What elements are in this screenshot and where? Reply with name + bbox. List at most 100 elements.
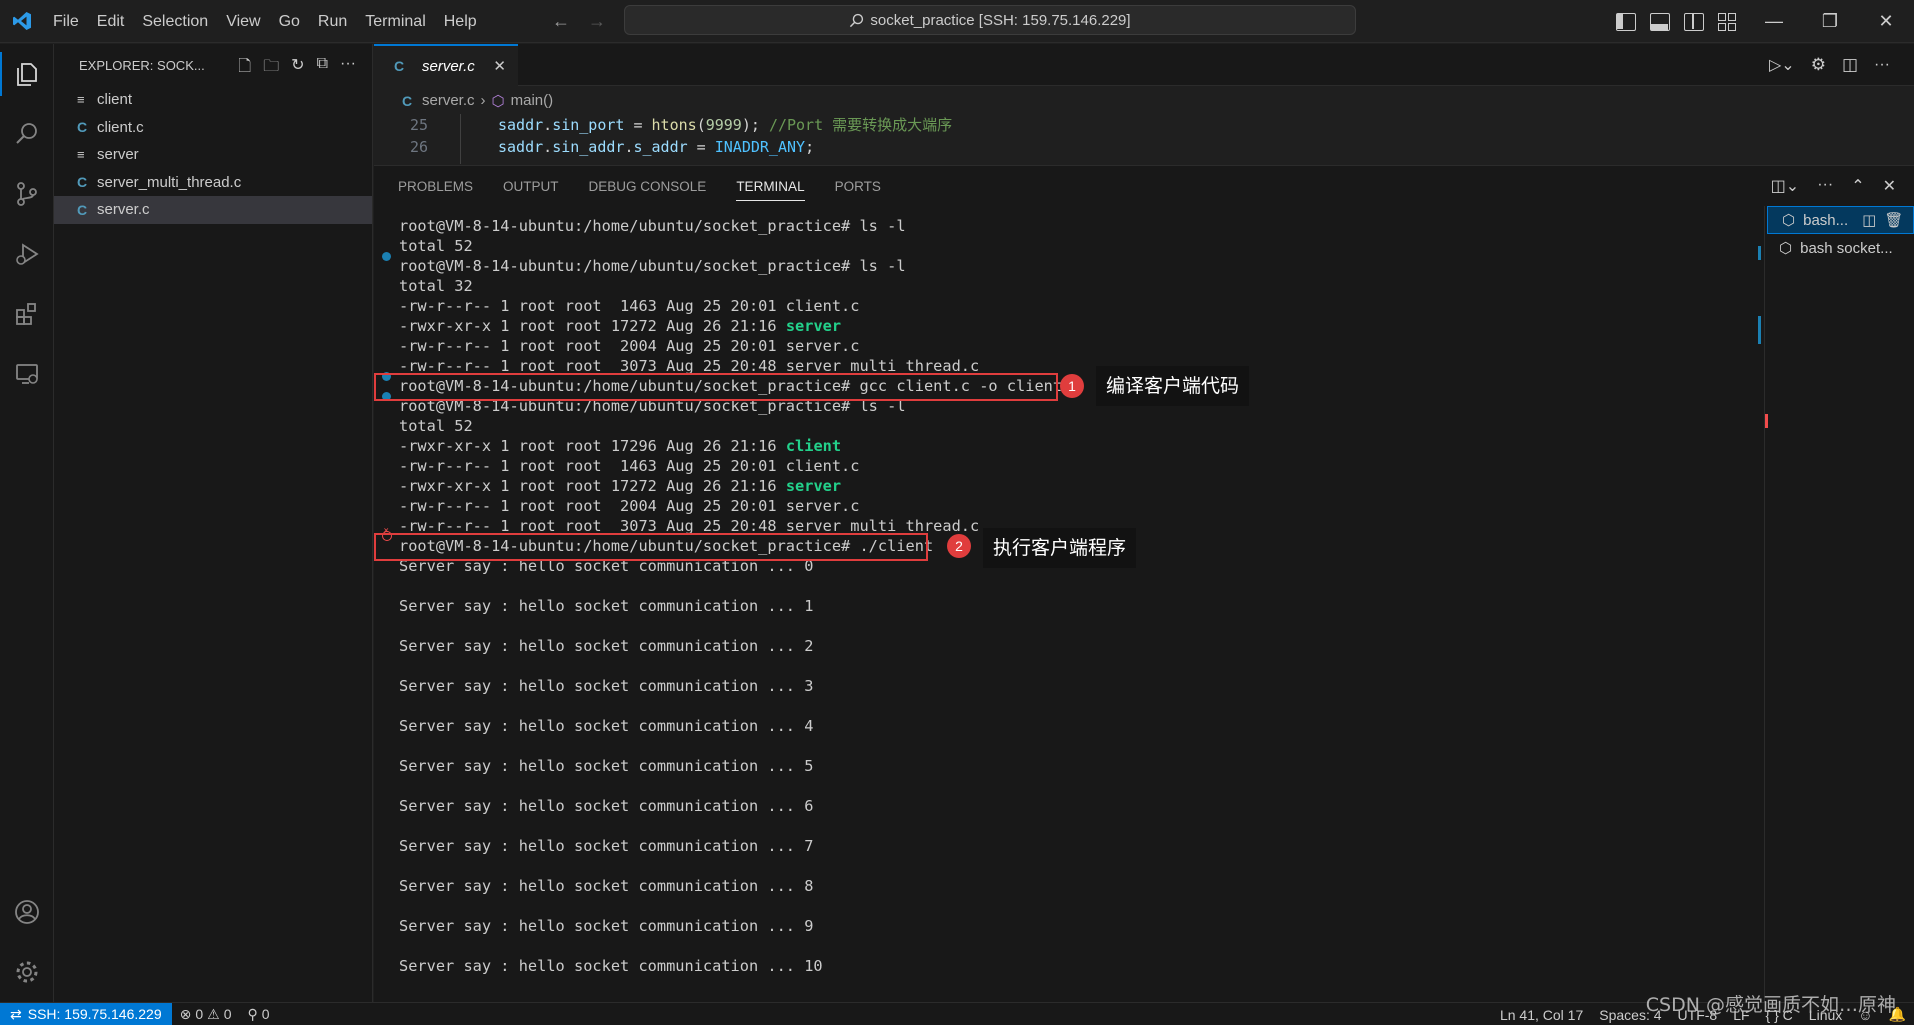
c-file-icon: C [77, 201, 88, 218]
toggle-secondary-sidebar-icon[interactable] [1684, 12, 1704, 31]
file-item-server-multi-thread-c[interactable]: C server_multi_thread.c [54, 169, 372, 197]
remote-label: SSH: 159.75.146.229 [27, 1006, 162, 1022]
cursor-position[interactable]: Ln 41, Col 17 [1492, 1007, 1591, 1023]
new-file-icon[interactable]: 🗋 [238, 55, 251, 82]
tab-output[interactable]: OUTPUT [503, 179, 559, 194]
annotation-badge-1: 1 [1060, 374, 1084, 398]
tab-problems[interactable]: PROBLEMS [398, 179, 473, 194]
more-actions-icon[interactable]: ··· [1817, 176, 1833, 196]
c-file-icon: C [77, 119, 88, 136]
menu-edit[interactable]: Edit [88, 0, 134, 43]
close-panel-icon[interactable]: ✕ [1883, 176, 1896, 196]
minimize-button[interactable]: — [1746, 0, 1802, 43]
code-text: saddr.sin_port = htons(9999); //Port 需要转… [498, 116, 953, 134]
file-item-client-c[interactable]: C client.c [54, 114, 372, 142]
menu-go[interactable]: Go [270, 0, 309, 43]
title-bar: File Edit Selection View Go Run Terminal… [0, 0, 1914, 43]
close-tab-icon[interactable]: ✕ [493, 57, 506, 75]
code-line: 26 saddr.sin_addr.s_addr = INADDR_ANY; [374, 136, 1914, 158]
new-folder-icon[interactable]: 🗀 [263, 55, 279, 82]
restore-button[interactable]: ❐ [1802, 0, 1858, 43]
manage-gear-icon[interactable] [0, 942, 54, 1002]
editor-actions: ▷⌄ ⚙ ◫ ··· [1769, 55, 1890, 75]
search-icon [850, 13, 864, 27]
split-icon[interactable]: ◫ [1862, 211, 1876, 229]
terminal-instance[interactable]: ⬡ bash socket... [1765, 234, 1914, 262]
problems-indicator[interactable]: ⊗ 0 ⚠ 0 [172, 1006, 240, 1023]
warning-icon: ⚠ [207, 1005, 220, 1022]
close-window-button[interactable]: ✕ [1858, 0, 1914, 43]
menu-view[interactable]: View [217, 0, 269, 43]
maximize-panel-icon[interactable]: ⌃ [1851, 176, 1864, 196]
menu-help[interactable]: Help [435, 0, 486, 43]
terminal-output-line: Server say : hello socket communication … [399, 837, 814, 855]
explorer-icon[interactable] [0, 44, 54, 104]
method-icon: ⬡ [491, 92, 505, 110]
split-editor-icon[interactable]: ◫ [1842, 55, 1858, 75]
forward-arrow-icon[interactable]: → [588, 11, 606, 32]
ports-indicator[interactable]: ⚲ 0 [240, 1006, 278, 1023]
tab-terminal[interactable]: TERMINAL [736, 179, 805, 201]
line-number: 26 [409, 138, 428, 156]
accounts-icon[interactable] [0, 882, 54, 942]
tab-debug-console[interactable]: DEBUG CONSOLE [589, 179, 707, 194]
command-center-search[interactable]: socket_practice [SSH: 159.75.146.229] [624, 5, 1356, 35]
panel-tabs: PROBLEMS OUTPUT DEBUG CONSOLE TERMINAL P… [398, 166, 881, 206]
terminal-output-line: Server say : hello socket communication … [399, 677, 814, 695]
executable-name: server [785, 317, 842, 335]
collapse-all-icon[interactable]: ⧉ [317, 55, 328, 82]
remote-explorer-icon[interactable] [0, 344, 54, 404]
menu-run[interactable]: Run [309, 0, 356, 43]
run-code-icon[interactable]: ▷⌄ [1769, 55, 1795, 75]
back-arrow-icon[interactable]: ← [552, 11, 570, 32]
source-control-icon[interactable] [0, 164, 54, 224]
menu-file[interactable]: File [44, 0, 88, 43]
terminal-output-line: Server say : hello socket communication … [399, 637, 814, 655]
code-text: saddr.sin_addr.s_addr = INADDR_ANY; [498, 138, 815, 156]
terminal-line-text: -rwxr-xr-x 1 root root 17272 Aug 26 21:1… [399, 317, 786, 335]
refresh-icon[interactable]: ↻ [291, 55, 304, 82]
annotation-callout-2: 执行客户端程序 [983, 528, 1137, 568]
file-item-server[interactable]: ≡ server [54, 141, 372, 169]
file-item-client[interactable]: ≡ client [54, 86, 372, 114]
customize-layout-icon[interactable] [1718, 12, 1736, 31]
error-icon: ⊗ [179, 1005, 192, 1022]
file-item-server-c[interactable]: C server.c [54, 196, 372, 224]
trash-icon[interactable]: 🗑 [1884, 211, 1903, 229]
breadcrumb: C server.c › ⬡ main() [374, 87, 1914, 114]
command-success-decoration[interactable] [382, 252, 391, 261]
terminal-line: -rw-r--r-- 1 root root 1463 Aug 25 20:01… [399, 457, 860, 475]
more-actions-icon[interactable]: ··· [1874, 56, 1890, 74]
terminal-line: total 52 [399, 417, 473, 435]
chevron-right-icon: › [480, 92, 486, 109]
terminal-line: -rw-r--r-- 1 root root 1463 Aug 25 20:01… [399, 297, 860, 315]
terminal-line: -rwxr-xr-x 1 root root 17296 Aug 26 21:1… [399, 436, 841, 456]
file-name: server [97, 146, 139, 164]
terminal-output[interactable]: root@VM-8-14-ubuntu:/home/ubuntu/socket_… [374, 216, 1768, 1006]
terminal-instance[interactable]: ⬡ bash... ◫ 🗑 [1767, 206, 1914, 234]
split-terminal-icon[interactable]: ◫⌄ [1771, 176, 1800, 196]
tab-server-c[interactable]: C server.c ✕ [374, 44, 518, 86]
run-debug-icon[interactable] [0, 224, 54, 284]
extensions-icon[interactable] [0, 284, 54, 344]
settings-gear-icon[interactable]: ⚙ [1811, 55, 1826, 75]
breadcrumb-symbol[interactable]: main() [511, 92, 554, 109]
breadcrumb-file[interactable]: server.c [422, 92, 475, 109]
watermark: CSDN @感觉画质不如…原神 [1645, 994, 1896, 1016]
search-view-icon[interactable] [0, 104, 54, 164]
terminal-name: bash... [1803, 211, 1849, 229]
more-actions-icon[interactable]: ··· [340, 55, 356, 82]
toggle-panel-icon[interactable] [1650, 12, 1670, 31]
toggle-primary-sidebar-icon[interactable] [1616, 12, 1636, 31]
menu-terminal[interactable]: Terminal [356, 0, 434, 43]
executable-name: client [785, 437, 842, 455]
terminal-cube-icon: ⬡ [1779, 240, 1793, 257]
remote-icon: ⇄ [10, 1005, 22, 1022]
terminal-output-line: Server say : hello socket communication … [399, 717, 814, 735]
terminal-output-line: Server say : hello socket communication … [399, 957, 823, 975]
tab-ports[interactable]: PORTS [835, 179, 881, 194]
error-count: 0 [195, 1006, 204, 1022]
code-editor[interactable]: 25 saddr.sin_port = htons(9999); //Port … [374, 114, 1914, 164]
menu-selection[interactable]: Selection [133, 0, 217, 43]
remote-indicator[interactable]: ⇄ SSH: 159.75.146.229 [0, 1002, 172, 1025]
